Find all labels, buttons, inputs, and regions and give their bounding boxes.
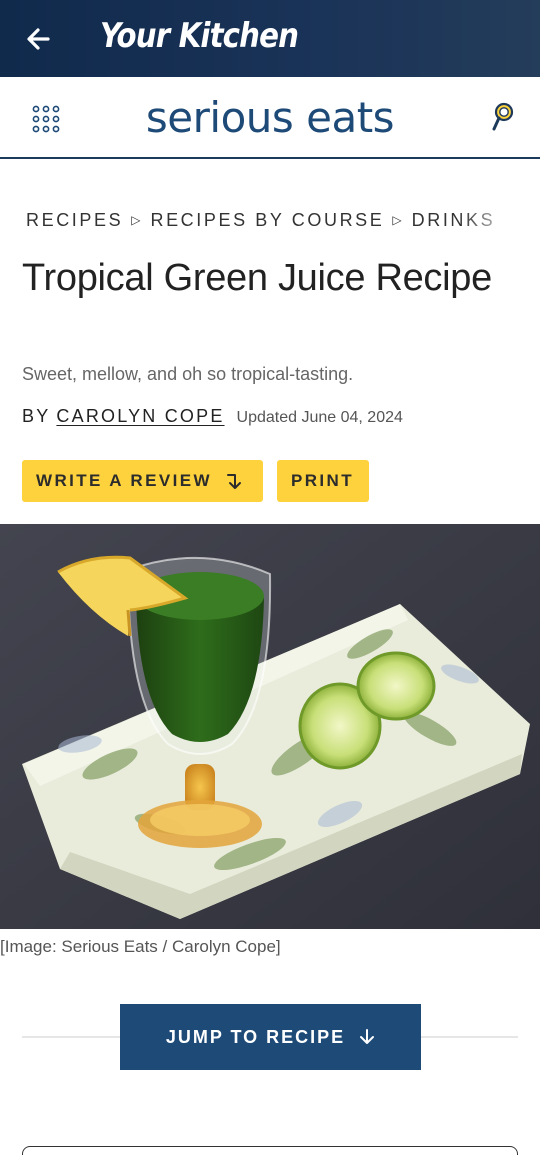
jump-to-recipe-button[interactable]: JUMP TO RECIPE <box>120 1004 421 1070</box>
author-link[interactable]: CAROLYN COPE <box>56 406 224 426</box>
search-icon[interactable] <box>490 101 518 135</box>
byline: BY CAROLYN COPE Updated June 04, 2024 <box>22 406 403 427</box>
app-title: Your Kitchen <box>100 16 299 56</box>
breadcrumb-separator-icon: ▷ <box>392 213 402 227</box>
breadcrumb-recipes[interactable]: RECIPES <box>26 210 123 230</box>
print-button[interactable]: PRINT <box>277 460 369 502</box>
content-card <box>22 1146 518 1155</box>
site-header: serious eats <box>0 77 540 159</box>
recipe-photo <box>0 524 540 929</box>
green-juice-illustration <box>0 524 540 929</box>
arrow-down-icon <box>360 1029 375 1044</box>
breadcrumb-separator-icon: ▷ <box>131 213 141 227</box>
site-logo[interactable]: serious eats <box>0 93 540 142</box>
jump-to-recipe-label: JUMP TO RECIPE <box>165 1026 346 1047</box>
write-review-button[interactable]: WRITE A REVIEW <box>22 460 263 502</box>
updated-date: Updated June 04, 2024 <box>236 409 403 426</box>
article-subtitle: Sweet, mellow, and oh so tropical-tastin… <box>22 364 354 384</box>
write-review-label: WRITE A REVIEW <box>36 471 212 490</box>
print-label: PRINT <box>291 471 354 490</box>
breadcrumb-drinks[interactable]: DRINKS <box>412 210 496 230</box>
byline-prefix: BY <box>22 406 51 426</box>
page-title: Tropical Green Juice Recipe <box>22 257 492 299</box>
breadcrumb-recipes-by-course[interactable]: RECIPES BY COURSE <box>150 210 384 230</box>
arrow-down-right-icon <box>226 474 241 489</box>
app-bar: Your Kitchen <box>0 0 540 77</box>
breadcrumb: RECIPES ▷ RECIPES BY COURSE ▷ DRINKS <box>26 210 520 234</box>
arrow-left-icon[interactable] <box>22 22 56 56</box>
image-caption: [Image: Serious Eats / Carolyn Cope] <box>0 937 281 956</box>
